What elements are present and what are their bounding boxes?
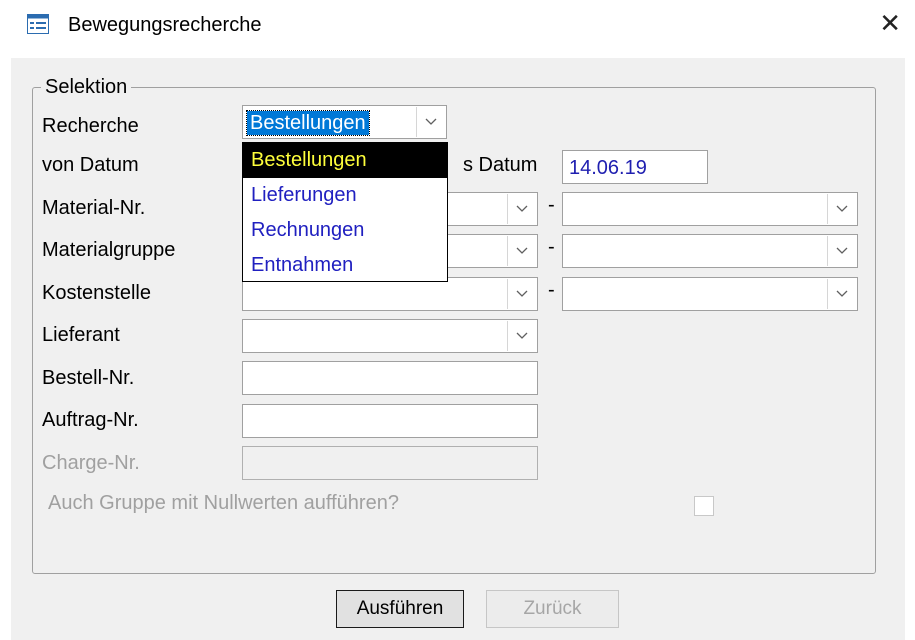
dialog-body: Selektion Recherche Bestellungen von Dat…: [11, 58, 905, 640]
chevron-down-icon[interactable]: [827, 236, 856, 266]
von-datum-label: von Datum: [42, 154, 139, 176]
recherche-combo[interactable]: Bestellungen: [242, 105, 447, 139]
chevron-down-icon[interactable]: [507, 279, 536, 309]
form-icon: [27, 14, 49, 34]
materialgruppe-label: Materialgruppe: [42, 239, 176, 261]
chevron-down-icon[interactable]: [507, 321, 536, 351]
dropdown-option-lieferungen[interactable]: Lieferungen: [243, 178, 447, 213]
selektion-legend: Selektion: [45, 76, 128, 98]
materialgruppe-separator: -: [548, 236, 555, 258]
recherche-dropdown-list: Bestellungen Lieferungen Rechnungen Entn…: [242, 142, 448, 282]
chevron-down-icon[interactable]: [416, 107, 445, 137]
chevron-down-icon[interactable]: [827, 279, 856, 309]
material-nr-separator: -: [548, 194, 555, 216]
materialgruppe-to-combo[interactable]: [562, 234, 858, 268]
kostenstelle-to-combo[interactable]: [562, 277, 858, 311]
ausfuehren-button[interactable]: Ausführen: [336, 590, 464, 628]
charge-nr-input: [242, 446, 538, 480]
window-title: Bewegungsrecherche: [68, 14, 262, 36]
bis-datum-input[interactable]: 14.06.19: [562, 150, 708, 184]
charge-nr-label: Charge-Nr.: [42, 452, 140, 474]
zurueck-button[interactable]: Zurück: [486, 590, 619, 628]
nullwerte-checkbox[interactable]: [694, 496, 714, 516]
bestell-nr-label: Bestell-Nr.: [42, 367, 135, 389]
dropdown-option-rechnungen[interactable]: Rechnungen: [243, 213, 447, 248]
bis-datum-value: 14.06.19: [569, 157, 647, 179]
auftrag-nr-label: Auftrag-Nr.: [42, 409, 139, 431]
recherche-label: Recherche: [42, 115, 139, 137]
auftrag-nr-input[interactable]: [242, 404, 538, 438]
close-icon[interactable]: ✕: [879, 10, 901, 36]
recherche-value: Bestellungen: [246, 110, 370, 136]
lieferant-label: Lieferant: [42, 324, 120, 346]
nullwerte-label: Auch Gruppe mit Nullwerten aufführen?: [48, 492, 399, 514]
dropdown-option-bestellungen[interactable]: Bestellungen: [243, 143, 447, 178]
material-nr-label: Material-Nr.: [42, 197, 146, 219]
bestell-nr-input[interactable]: [242, 361, 538, 395]
material-nr-to-combo[interactable]: [562, 192, 858, 226]
title-bar: Bewegungsrecherche ✕: [0, 0, 915, 58]
dropdown-option-entnahmen[interactable]: Entnahmen: [243, 248, 447, 283]
kostenstelle-label: Kostenstelle: [42, 282, 151, 304]
kostenstelle-separator: -: [548, 279, 555, 301]
chevron-down-icon[interactable]: [507, 194, 536, 224]
chevron-down-icon[interactable]: [507, 236, 536, 266]
bis-datum-label: s Datum: [463, 154, 538, 176]
chevron-down-icon[interactable]: [827, 194, 856, 224]
lieferant-combo[interactable]: [242, 319, 538, 353]
